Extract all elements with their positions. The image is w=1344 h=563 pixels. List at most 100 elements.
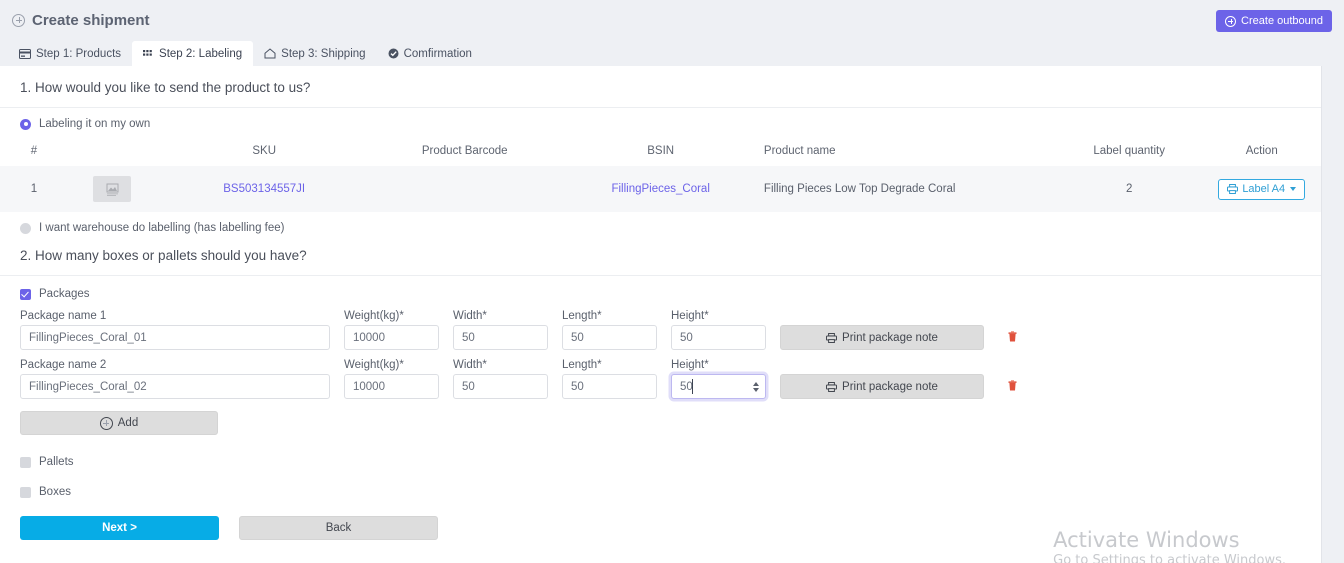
chevron-down-icon xyxy=(1290,187,1297,191)
bsin-link[interactable]: FillingPieces_Coral xyxy=(611,183,709,195)
package-1-fields: Print package note xyxy=(20,325,1321,350)
package-name-input[interactable] xyxy=(20,325,330,350)
cell-bsin: FillingPieces_Coral xyxy=(557,166,764,212)
tab-step-2-labeling[interactable]: Step 2: Labeling xyxy=(132,41,254,66)
col-header-sku: SKU xyxy=(252,145,277,157)
col-header-action: Action xyxy=(1245,145,1278,157)
stepper-down-icon[interactable] xyxy=(753,387,759,392)
page-title: Create shipment xyxy=(12,12,150,29)
trash-icon xyxy=(1008,330,1017,341)
tab-label: Comfirmation xyxy=(403,47,472,60)
label-a4-text: Label A4 xyxy=(1242,183,1286,195)
package-1-labels: Package name 1 Weight(kg)* Width* Length… xyxy=(20,310,1321,325)
label-height: Height* xyxy=(671,359,709,371)
label-package-name: Package name 1 xyxy=(20,310,107,322)
label-a4-button[interactable]: Label A4 xyxy=(1218,178,1306,200)
check-circle-icon xyxy=(388,48,399,59)
tab-comfirmation[interactable]: Comfirmation xyxy=(377,41,483,66)
step-tabbar: Step 1: Products Step 2: Labeling Step 3… xyxy=(0,40,1344,66)
package-2-fields: Print package note xyxy=(20,374,1321,399)
sku-link[interactable]: BS503134557JI xyxy=(223,183,305,195)
col-header-label-quantity: Label quantity xyxy=(1093,145,1165,157)
navigation-buttons: Next > Back xyxy=(0,516,1321,540)
checkbox-label: Boxes xyxy=(39,486,71,498)
checkbox-icon xyxy=(20,486,31,498)
table-row: 1 BS503134557JI FillingPieces_Coral Fill… xyxy=(0,166,1321,212)
radio-warehouse-labelling[interactable]: I want warehouse do labelling (has label… xyxy=(0,222,1321,234)
radio-icon xyxy=(20,222,31,234)
checkbox-packages[interactable]: Packages xyxy=(0,276,1321,300)
length-input[interactable] xyxy=(562,325,657,350)
label-length: Length* xyxy=(562,359,602,371)
product-table: # SKU Product Barcode BSIN Product name … xyxy=(0,136,1321,212)
checkbox-pallets[interactable]: Pallets xyxy=(0,456,1321,468)
print-package-note-button[interactable]: Print package note xyxy=(780,374,984,399)
product-table-body: 1 BS503134557JI FillingPieces_Coral Fill… xyxy=(0,166,1321,212)
label-weight: Weight(kg)* xyxy=(344,310,404,322)
printer-icon xyxy=(826,332,838,343)
label-weight: Weight(kg)* xyxy=(344,359,404,371)
weight-input[interactable] xyxy=(344,374,439,399)
tab-label: Step 2: Labeling xyxy=(159,47,243,60)
cell-image xyxy=(68,166,156,212)
table-header-row: # SKU Product Barcode BSIN Product name … xyxy=(0,136,1321,166)
checkbox-label: Pallets xyxy=(39,456,74,468)
stepper-up-icon[interactable] xyxy=(753,381,759,386)
checkbox-label: Packages xyxy=(39,288,90,300)
tab-label: Step 3: Shipping xyxy=(281,47,366,60)
create-outbound-button[interactable]: Create outbound xyxy=(1216,10,1332,32)
radio-label: I want warehouse do labelling (has label… xyxy=(39,222,285,234)
section-1-question: 1. How would you like to send the produc… xyxy=(20,80,311,95)
credit-card-icon xyxy=(19,48,31,59)
package-row-1: Package name 1 Weight(kg)* Width* Length… xyxy=(20,310,1321,350)
label-length: Length* xyxy=(562,310,602,322)
weight-input[interactable] xyxy=(344,325,439,350)
next-button[interactable]: Next > xyxy=(20,516,219,540)
grid-icon xyxy=(143,49,152,56)
tab-label: Step 1: Products xyxy=(36,47,122,60)
radio-icon xyxy=(20,118,31,130)
height-input[interactable] xyxy=(671,374,766,399)
circle-plus-icon xyxy=(1225,15,1237,27)
circle-plus-icon xyxy=(99,416,113,430)
col-header-product-name: Product name xyxy=(763,145,836,157)
package-name-input[interactable] xyxy=(20,374,330,399)
delete-package-button[interactable] xyxy=(1008,379,1017,394)
tab-step-3-shipping[interactable]: Step 3: Shipping xyxy=(253,41,376,66)
cell-product-name: Filling Pieces Low Top Degrade Coral xyxy=(763,183,956,195)
cell-barcode xyxy=(372,166,557,212)
print-package-note-label: Print package note xyxy=(842,331,938,344)
package-form: Package name 1 Weight(kg)* Width* Length… xyxy=(0,310,1321,399)
delete-package-button[interactable] xyxy=(1008,330,1017,345)
cell-action: Label A4 xyxy=(1202,166,1321,212)
label-width: Width* xyxy=(453,359,487,371)
radio-labeling-own[interactable]: Labeling it on my own xyxy=(0,108,1321,130)
col-header-barcode: Product Barcode xyxy=(421,145,508,157)
checkbox-boxes[interactable]: Boxes xyxy=(0,486,1321,498)
width-input[interactable] xyxy=(453,374,548,399)
height-input[interactable] xyxy=(671,325,766,350)
checkbox-icon xyxy=(20,288,31,300)
add-package-button[interactable]: Add xyxy=(20,411,218,435)
circle-plus-icon xyxy=(12,13,25,27)
col-header-bsin: BSIN xyxy=(647,145,675,157)
trash-icon xyxy=(1008,379,1017,390)
col-header-image xyxy=(68,136,156,166)
number-stepper[interactable] xyxy=(753,381,759,392)
create-outbound-label: Create outbound xyxy=(1241,15,1323,27)
label-width: Width* xyxy=(453,310,487,322)
page-title-text: Create shipment xyxy=(32,11,150,29)
length-input[interactable] xyxy=(562,374,657,399)
cell-index: 1 xyxy=(30,183,38,195)
section-2-question: 2. How many boxes or pallets should you … xyxy=(20,248,307,263)
cell-sku: BS503134557JI xyxy=(156,166,372,212)
print-package-note-label: Print package note xyxy=(842,380,938,393)
back-button[interactable]: Back xyxy=(239,516,438,540)
width-input[interactable] xyxy=(453,325,548,350)
bottom-options: Pallets Boxes xyxy=(0,456,1321,498)
print-package-note-button[interactable]: Print package note xyxy=(780,325,984,350)
tab-step-1-products[interactable]: Step 1: Products xyxy=(8,41,132,66)
watermark-subtitle: Go to Settings to activate Windows. xyxy=(1053,553,1286,563)
main-panel: 1. How would you like to send the produc… xyxy=(0,66,1322,563)
text-cursor xyxy=(692,379,693,394)
